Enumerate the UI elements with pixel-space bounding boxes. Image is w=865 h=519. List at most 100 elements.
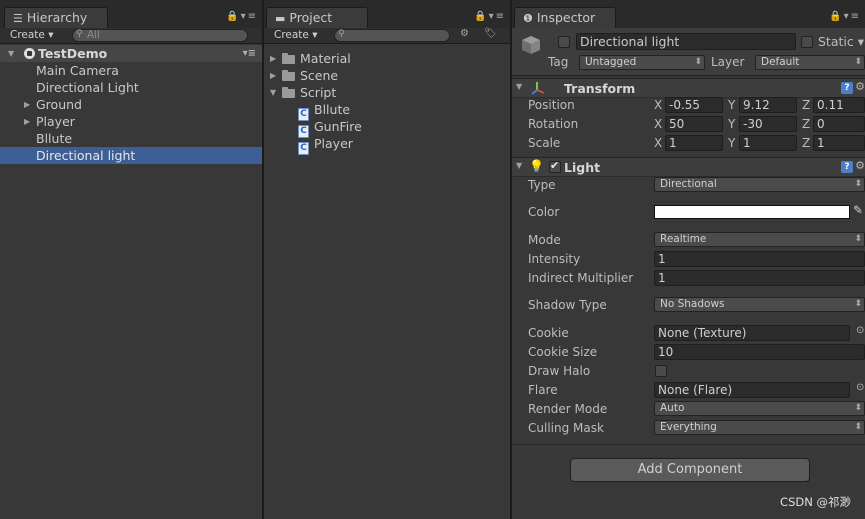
project-script-gunfire[interactable]: C GunFire: [264, 118, 510, 138]
hierarchy-item-label: Directional light: [36, 148, 136, 163]
filter-by-label-icon[interactable]: 🏷: [484, 28, 497, 39]
hierarchy-search-placeholder: All: [87, 29, 101, 41]
culling-mask-dropdown[interactable]: Everything: [654, 420, 865, 435]
position-x-field[interactable]: -0.55: [665, 97, 723, 113]
hierarchy-item-label: Directional Light: [36, 80, 139, 95]
cookie-field[interactable]: None (Texture): [654, 325, 850, 341]
project-folder-scene[interactable]: ▶ Scene: [264, 67, 510, 84]
hierarchy-tabstrip: ☰ Hierarchy 🔒▾≡: [0, 0, 262, 28]
expand-arrow-icon[interactable]: ▼: [8, 45, 14, 62]
hierarchy-item-directional-light-selected[interactable]: Directional light: [0, 147, 262, 164]
project-script-player[interactable]: C Player: [264, 135, 510, 155]
hierarchy-item-label: Player: [36, 114, 75, 129]
add-component-button[interactable]: Add Component: [570, 458, 810, 482]
collapsed-arrow-icon[interactable]: ▶: [24, 96, 30, 113]
hierarchy-panel: ☰ Hierarchy 🔒▾≡ Create ▾ ⚲ All ▼ TestDemo …: [0, 0, 262, 519]
help-icon[interactable]: ?: [841, 161, 853, 173]
hierarchy-create-button[interactable]: Create ▾: [10, 28, 54, 43]
rotation-z-field[interactable]: 0: [813, 116, 865, 132]
project-search-input[interactable]: ⚲: [334, 29, 450, 42]
rotation-y-field[interactable]: -30: [739, 116, 797, 132]
transform-header[interactable]: ▼ Transform ? ⚙: [512, 78, 865, 98]
hierarchy-search-input[interactable]: ⚲ All: [72, 29, 248, 42]
project-panel-menu-icon[interactable]: 🔒▾≡: [474, 11, 506, 22]
rotation-x-field[interactable]: 50: [665, 116, 723, 132]
hierarchy-item-bllute[interactable]: Bllute: [0, 130, 262, 147]
static-checkbox[interactable]: [801, 36, 813, 48]
mode-dropdown[interactable]: Realtime: [654, 232, 865, 247]
object-picker-icon[interactable]: ⊙: [856, 325, 864, 336]
transform-title: Transform: [564, 81, 636, 96]
project-script-bllute[interactable]: C Bllute: [264, 101, 510, 121]
y-axis-label: Y: [728, 136, 736, 150]
layer-dropdown[interactable]: Default: [755, 55, 865, 70]
flare-field[interactable]: None (Flare): [654, 382, 850, 398]
gear-icon[interactable]: ⚙: [855, 159, 865, 172]
y-axis-label: Y: [728, 98, 736, 112]
intensity-field[interactable]: 1: [654, 251, 865, 267]
hierarchy-item-directional-light[interactable]: Directional Light: [0, 79, 262, 96]
hierarchy-panel-menu-icon[interactable]: 🔒▾≡: [226, 11, 258, 22]
mode-label: Mode: [528, 233, 561, 247]
scene-menu-icon[interactable]: ▾≡: [243, 45, 256, 62]
position-y-field[interactable]: 9.12: [739, 97, 797, 113]
draw-halo-label: Draw Halo: [528, 364, 591, 378]
render-mode-label: Render Mode: [528, 402, 608, 416]
scale-z-field[interactable]: 1: [813, 135, 865, 151]
divider: [512, 444, 865, 445]
active-checkbox[interactable]: [558, 36, 570, 48]
project-item-label: Scene: [300, 68, 339, 83]
tab-inspector[interactable]: ❶ Inspector: [514, 7, 616, 28]
object-name-field[interactable]: Directional light: [576, 33, 796, 50]
color-swatch[interactable]: [654, 205, 850, 219]
project-toolbar: Create ▾ ⚲ ⚙ 🏷: [264, 28, 510, 44]
collapsed-arrow-icon[interactable]: ▶: [24, 113, 30, 130]
hierarchy-item-player[interactable]: ▶ Player: [0, 113, 262, 130]
collapsed-arrow-icon[interactable]: ▶: [270, 50, 276, 67]
render-mode-dropdown[interactable]: Auto: [654, 401, 865, 416]
light-enabled-checkbox[interactable]: [549, 159, 561, 173]
project-create-button[interactable]: Create ▾: [274, 28, 318, 43]
unity-scene-icon: [24, 48, 35, 59]
hierarchy-item-ground[interactable]: ▶ Ground: [0, 96, 262, 113]
tab-hierarchy[interactable]: ☰ Hierarchy: [4, 7, 108, 28]
watermark: CSDN @祁渺: [780, 495, 851, 509]
scale-label: Scale: [528, 136, 561, 150]
scale-x-field[interactable]: 1: [665, 135, 723, 151]
draw-halo-checkbox[interactable]: [655, 365, 667, 377]
indirect-multiplier-field[interactable]: 1: [654, 270, 865, 286]
object-picker-icon[interactable]: ⊙: [856, 382, 864, 393]
expand-arrow-icon[interactable]: ▼: [516, 161, 522, 170]
z-axis-label: Z: [802, 136, 811, 150]
light-header[interactable]: ▼ 💡 Light ? ⚙: [512, 157, 865, 177]
hierarchy-tree: ▼ TestDemo ▾≡ Main Camera Directional Li…: [0, 45, 262, 164]
search-icon: ⚲: [76, 29, 83, 39]
type-dropdown[interactable]: Directional: [654, 177, 865, 192]
expand-arrow-icon[interactable]: ▼: [516, 82, 522, 91]
filter-by-type-icon[interactable]: ⚙: [460, 28, 469, 39]
position-z-field[interactable]: 0.11: [813, 97, 865, 113]
cookie-size-field[interactable]: 10: [654, 344, 865, 360]
project-item-label: Material: [300, 51, 351, 66]
project-folder-script[interactable]: ▼ Script: [264, 84, 510, 101]
tab-inspector-label: Inspector: [536, 10, 596, 25]
shadow-type-dropdown[interactable]: No Shadows: [654, 297, 865, 312]
tag-dropdown[interactable]: Untagged: [579, 55, 705, 70]
collapsed-arrow-icon[interactable]: ▶: [270, 67, 276, 84]
transform-axis-icon: [531, 82, 545, 95]
shadow-type-label: Shadow Type: [528, 298, 607, 312]
eyedropper-icon[interactable]: ✎: [853, 203, 863, 217]
scale-y-field[interactable]: 1: [739, 135, 797, 151]
project-folder-material[interactable]: ▶ Material: [264, 50, 510, 67]
hierarchy-item-main-camera[interactable]: Main Camera: [0, 62, 262, 79]
help-icon[interactable]: ?: [841, 82, 853, 94]
scene-name: TestDemo: [38, 46, 108, 61]
static-dropdown[interactable]: Static ▾: [818, 34, 864, 49]
scene-row[interactable]: ▼ TestDemo ▾≡: [0, 45, 262, 62]
tag-label: Tag: [548, 55, 569, 69]
expand-arrow-icon[interactable]: ▼: [270, 84, 276, 101]
inspector-panel-menu-icon[interactable]: 🔒▾≡: [829, 11, 861, 22]
gear-icon[interactable]: ⚙: [855, 80, 865, 93]
tab-project[interactable]: ▬ Project: [266, 7, 368, 28]
folder-icon: [282, 53, 295, 64]
